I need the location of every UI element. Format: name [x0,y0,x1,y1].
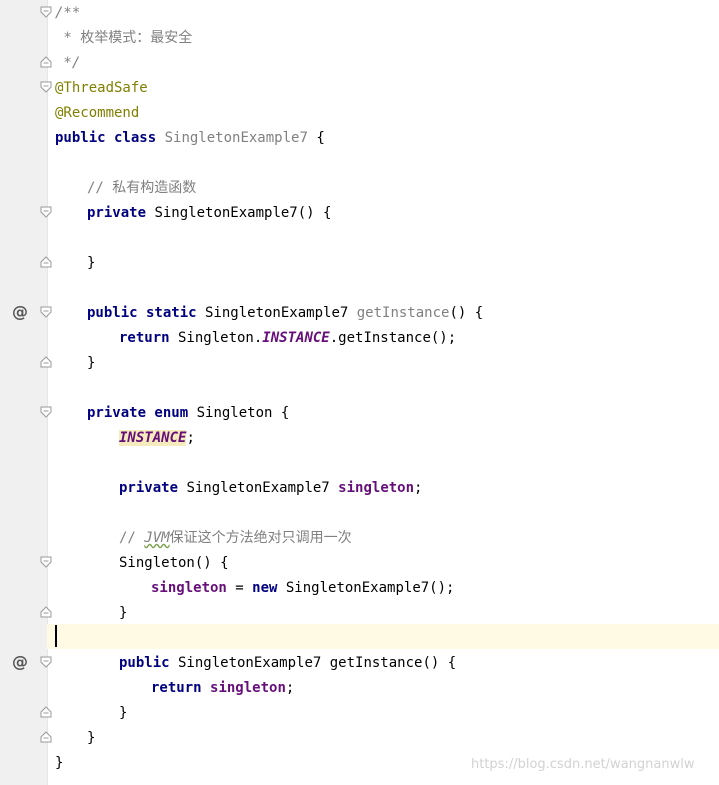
method-params: () { [449,305,484,321]
code-line-5[interactable]: @Recommend [55,101,139,126]
javadoc-open: /** [55,5,81,21]
fold-end-icon[interactable] [40,606,52,618]
semicolon: ; [186,430,195,446]
constructor-signature: SingletonExample7() { [146,205,332,221]
enum-name: Singleton { [188,405,290,421]
new-keyword: new [252,580,278,596]
text-cursor [55,625,57,647]
code-line-31[interactable]: } [55,751,63,776]
private-keyword: private [119,480,179,496]
code-line-27[interactable]: public SingletonExample7 getInstance() { [119,651,456,676]
close-brace: } [119,605,128,621]
current-line-highlight [47,624,719,649]
code-line-13[interactable]: public static SingletonExample7 getInsta… [87,301,483,326]
semicolon: ; [285,680,295,696]
return-keyword: return [119,330,170,346]
fold-collapse-icon[interactable] [40,206,52,218]
close-brace: } [55,755,64,771]
new-expression: SingletonExample7(); [277,580,455,596]
enum-constructor-signature: Singleton() { [119,555,229,571]
singleton-reference: Singleton. [169,330,263,346]
annotation-threadsafe: @ThreadSafe [55,80,148,96]
fold-collapse-icon[interactable] [40,556,52,568]
code-line-1[interactable]: /** [55,1,80,26]
code-line-4[interactable]: @ThreadSafe [55,76,148,101]
private-keyword: private [87,205,147,221]
code-line-9[interactable]: private SingletonExample7() { [87,201,331,226]
annotation-recommend: @Recommend [55,105,140,121]
close-brace: } [119,705,128,721]
code-line-11[interactable]: } [87,251,95,276]
code-line-25[interactable]: } [119,601,127,626]
close-brace: } [87,255,96,271]
fold-collapse-icon[interactable] [40,656,52,668]
close-brace: } [87,355,96,371]
watermark: https://blog.csdn.net/wangnanwlw [471,757,695,772]
code-line-22[interactable]: // JVM保证这个方法绝对只调用一次 [119,526,352,551]
code-line-14[interactable]: return Singleton.INSTANCE.getInstance(); [119,326,456,351]
getinstance-call: .getInstance(); [329,330,457,346]
code-line-24[interactable]: singleton = new SingletonExample7(); [151,576,454,601]
fold-end-icon[interactable] [40,706,52,718]
override-marker-icon[interactable]: @ [12,654,28,670]
override-marker-icon[interactable]: @ [12,304,28,320]
code-line-23[interactable]: Singleton() { [119,551,229,576]
comment-jvm-word: JVM [144,530,170,546]
public-method-signature: SingletonExample7 getInstance() { [169,655,457,671]
close-brace: } [87,730,96,746]
return-type: SingletonExample7 [196,305,357,321]
code-line-3[interactable]: */ [55,51,80,76]
code-line-2[interactable]: * 枚举模式：最安全 [55,26,192,51]
public-static-keyword: public static [87,305,197,321]
fold-end-icon[interactable] [40,56,52,68]
code-line-29[interactable]: } [119,701,127,726]
fold-end-icon[interactable] [40,731,52,743]
method-name-getinstance: getInstance [356,305,450,321]
code-line-28[interactable]: return singleton; [151,676,294,701]
code-line-6[interactable]: public class SingletonExample7 { [55,126,325,151]
fold-end-icon[interactable] [40,256,52,268]
public-keyword: public [119,655,170,671]
fold-collapse-icon[interactable] [40,6,52,18]
comment-jvm-rest: 保证这个方法绝对只调用一次 [169,530,352,546]
fold-end-icon[interactable] [40,356,52,368]
return-keyword: return [151,680,202,696]
assign-operator: = [226,580,253,596]
javadoc-description: * 枚举模式：最安全 [55,30,193,46]
code-line-8[interactable]: // 私有构造函数 [87,176,196,201]
fold-collapse-icon[interactable] [40,406,52,418]
code-line-18[interactable]: INSTANCE; [119,426,195,451]
code-line-17[interactable]: private enum Singleton { [87,401,289,426]
field-singleton: singleton [151,580,227,596]
field-singleton: singleton [210,680,286,696]
javadoc-close: */ [55,55,81,71]
class-name: SingletonExample7 [164,130,308,146]
comment-private-constructor: // 私有构造函数 [87,180,197,196]
field-singleton: singleton [338,480,415,496]
field-type: SingletonExample7 [178,480,339,496]
class-keyword: public class [55,130,157,146]
instance-constant-declaration: INSTANCE [119,430,187,446]
private-enum-keyword: private enum [87,405,189,421]
open-brace: { [307,130,325,146]
fold-collapse-icon[interactable] [40,306,52,318]
code-line-30[interactable]: } [87,726,95,751]
instance-constant: INSTANCE [262,330,330,346]
comment-jvm-prefix: // [119,530,145,546]
code-line-20[interactable]: private SingletonExample7 singleton; [119,476,422,501]
semicolon: ; [414,480,423,496]
fold-collapse-icon[interactable] [40,81,52,93]
code-line-15[interactable]: } [87,351,95,376]
